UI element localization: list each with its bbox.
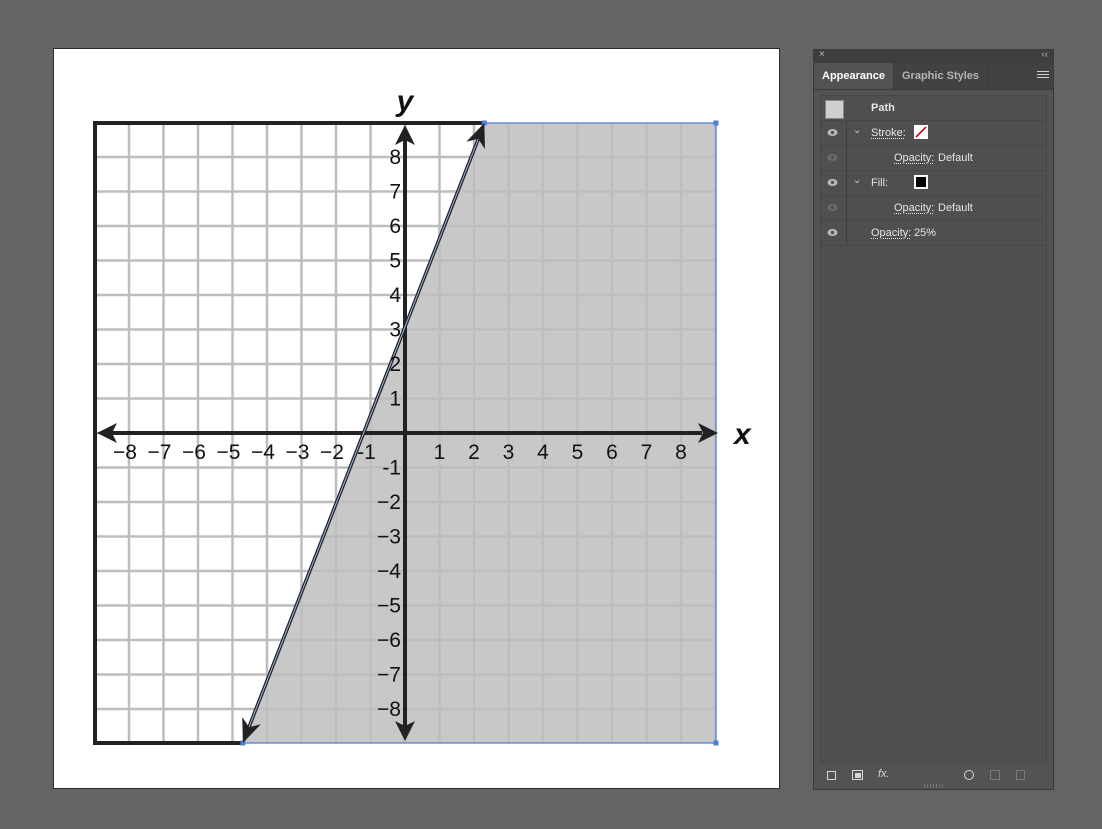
fill-swatch[interactable] (914, 175, 928, 189)
x-tick-label: −8 (113, 441, 137, 464)
opacity-label[interactable]: Opacity: (871, 227, 911, 239)
x-tick-label: 1 (434, 441, 446, 464)
stroke-label[interactable]: Stroke: (871, 127, 906, 139)
x-tick-label: −4 (251, 441, 275, 464)
tab-graphic-styles[interactable]: Graphic Styles (893, 63, 989, 89)
chevron-down-icon[interactable]: ⌄ (853, 175, 861, 186)
path-thumbnail (825, 100, 844, 119)
delete-item-icon[interactable] (1016, 770, 1025, 780)
x-tick-label: −3 (286, 441, 310, 464)
stroke-opacity-row[interactable]: Opacity: Default (821, 146, 1046, 171)
opacity-row[interactable]: Opacity: 25% (821, 221, 1046, 246)
fill-row[interactable]: ⌄ Fill: (821, 171, 1046, 196)
opacity-value: 25% (914, 227, 937, 239)
y-tick-label: 2 (389, 353, 401, 376)
fill-label: Fill: (871, 177, 889, 189)
close-icon[interactable]: × (819, 49, 825, 60)
y-tick-label: 1 (389, 388, 401, 411)
y-tick-label: −6 (377, 629, 401, 652)
y-tick-label: 5 (389, 250, 401, 273)
panel-footer: fx. (814, 763, 1053, 789)
collapse-icon[interactable]: ‹‹ (1041, 49, 1048, 60)
x-tick-label: −6 (182, 441, 206, 464)
clear-appearance-icon[interactable] (964, 770, 974, 780)
y-tick-label: 7 (389, 181, 401, 204)
y-tick-label: −3 (377, 526, 401, 549)
anchor-point (713, 740, 719, 746)
y-tick-label: 3 (389, 319, 401, 342)
x-tick-label: 8 (675, 441, 687, 464)
fill-opacity-label[interactable]: Opacity: (894, 202, 934, 214)
y-tick-label: -1 (382, 457, 401, 480)
eye-icon[interactable] (827, 203, 838, 212)
eye-icon[interactable] (827, 128, 838, 137)
x-tick-label: 4 (537, 441, 549, 464)
eye-icon[interactable] (827, 153, 838, 162)
y-axis-label: y (395, 85, 415, 118)
x-tick-label: −2 (320, 441, 344, 464)
y-tick-label: 6 (389, 215, 401, 238)
stroke-opacity-label[interactable]: Opacity: (894, 152, 934, 164)
y-tick-label: −8 (377, 698, 401, 721)
stroke-opacity-value: Default (938, 152, 973, 164)
panel-menu-icon[interactable] (1037, 69, 1049, 80)
x-tick-label: 2 (468, 441, 480, 464)
y-tick-label: 8 (389, 146, 401, 169)
fill-opacity-row[interactable]: Opacity: Default (821, 196, 1046, 221)
artboard[interactable]: −8 −7 −6 −5 −4 −3 −2 -1 1 2 3 4 5 6 7 8 8 7 6 5 4 3 2 1 -1 −2 −3 −4… (54, 49, 779, 788)
x-tick-label: −5 (217, 441, 241, 464)
x-tick-label: -1 (357, 441, 376, 464)
x-tick-label: −7 (148, 441, 172, 464)
y-tick-label: −5 (377, 595, 401, 618)
chevron-down-icon[interactable]: ⌄ (853, 125, 861, 136)
fx-icon[interactable]: fx. (878, 768, 890, 780)
panel-tabs: Appearance Graphic Styles (814, 63, 1053, 90)
eye-icon[interactable] (827, 178, 838, 187)
appearance-panel: × ‹‹ Appearance Graphic Styles Path ⌄ St… (813, 49, 1054, 790)
y-tick-label: −4 (377, 560, 401, 583)
add-new-stroke-icon[interactable] (827, 771, 836, 780)
stroke-swatch[interactable] (914, 125, 928, 139)
resize-grip-icon[interactable] (924, 784, 944, 788)
x-tick-label: 6 (606, 441, 618, 464)
stroke-row[interactable]: ⌄ Stroke: (821, 121, 1046, 146)
y-tick-label: 4 (389, 284, 401, 307)
eye-icon[interactable] (827, 228, 838, 237)
fill-opacity-value: Default (938, 202, 973, 214)
y-tick-label: −7 (377, 664, 401, 687)
tab-appearance[interactable]: Appearance (814, 63, 893, 89)
path-label: Path (871, 102, 895, 114)
x-axis-label: x (732, 418, 752, 451)
anchor-point (713, 120, 719, 126)
y-tick-label: −2 (377, 491, 401, 514)
x-tick-label: 7 (641, 441, 653, 464)
appearance-list: Path ⌄ Stroke: Opacity: Default ⌄ Fill: (820, 95, 1047, 765)
x-tick-label: 5 (572, 441, 584, 464)
coordinate-graph[interactable]: −8 −7 −6 −5 −4 −3 −2 -1 1 2 3 4 5 6 7 887654321-1−2−3−4… (54, 49, 779, 788)
panel-title-bar: × ‹‹ (814, 49, 1053, 63)
x-tick-label: 3 (503, 441, 515, 464)
add-new-fill-icon[interactable] (852, 770, 863, 780)
duplicate-item-icon[interactable] (990, 770, 1000, 780)
path-row[interactable]: Path (821, 96, 1046, 121)
